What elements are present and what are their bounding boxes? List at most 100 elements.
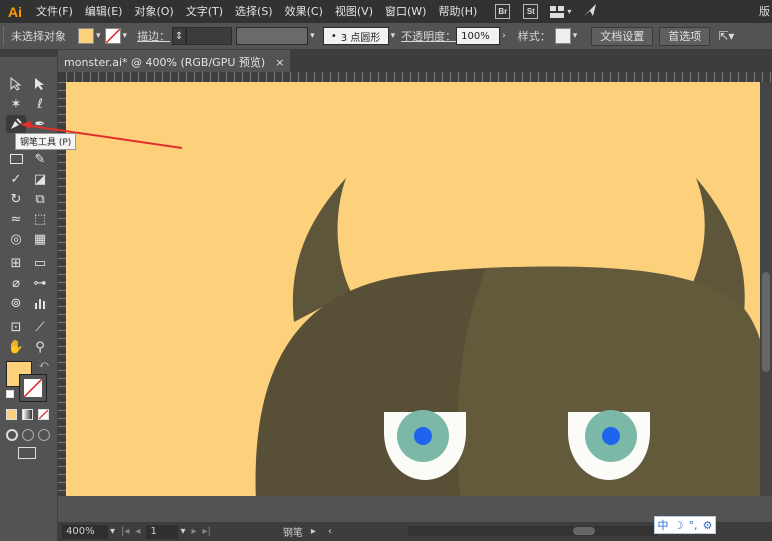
horizontal-scroll-thumb[interactable] (573, 527, 595, 535)
status-menu-icon[interactable]: ▸ (311, 526, 316, 537)
rectangle-tool-icon[interactable] (6, 150, 26, 168)
opacity-input[interactable]: 100% (456, 27, 501, 45)
bridge-button[interactable]: Br (495, 4, 511, 19)
ruler-origin[interactable] (58, 72, 66, 82)
stroke-swatch[interactable] (104, 28, 121, 44)
gear-icon[interactable]: ⚙ (703, 519, 713, 532)
gradient-mode-icon[interactable] (22, 409, 33, 420)
draw-inside-icon[interactable] (38, 429, 50, 441)
last-artboard-icon[interactable]: ▸| (203, 526, 211, 537)
menu-type[interactable]: 文字(T) (180, 0, 229, 23)
control-bar-grip (3, 27, 7, 45)
artboard-dropdown-icon[interactable]: ▾ (180, 526, 185, 537)
punctuation-icon[interactable]: °, (689, 519, 698, 532)
pen-tool-icon[interactable] (6, 115, 26, 133)
menu-window[interactable]: 窗口(W) (379, 0, 432, 23)
screen-mode-icon[interactable] (18, 447, 36, 459)
workspace-layout-icon[interactable]: ▾ (550, 5, 571, 18)
magic-wand-tool-icon[interactable]: ✶ (6, 95, 26, 113)
document-setup-button[interactable]: 文档设置 (591, 26, 654, 46)
zoom-value: 400% (66, 526, 95, 537)
preferences-button[interactable]: 首选项 (659, 26, 711, 46)
chevron-down-icon[interactable]: ▾ (96, 31, 101, 41)
stroke-weight-input[interactable] (186, 27, 233, 45)
brush-dot-icon: • (330, 30, 337, 42)
color-mode-icon[interactable] (6, 409, 17, 420)
zoom-dropdown-icon[interactable]: ▾ (110, 526, 115, 537)
stroke-color-box[interactable] (19, 374, 47, 402)
horizontal-scrollbar[interactable] (408, 526, 658, 536)
artboard-number-field[interactable]: 1 (146, 524, 179, 539)
ime-language-toggle[interactable]: 中 (658, 517, 669, 533)
fill-swatch[interactable] (78, 28, 94, 44)
moon-icon[interactable]: ☽ (674, 519, 684, 532)
blend-tool-icon[interactable]: ⊶ (30, 274, 50, 292)
chevron-down-icon[interactable]: ▾ (123, 31, 128, 41)
tools-panel: ✶ ℓ ✒ ✎ ✓ ◪ ↻ ⧉ ≈ ⬚ ◎ ▦ ⊞ ▭ ⌀ ⊶ ⊚ ⊡ ⟋ ✋ … (0, 57, 58, 541)
scroll-left-icon[interactable]: ‹ (328, 526, 332, 537)
direct-selection-tool-icon[interactable] (30, 75, 50, 93)
menu-edit[interactable]: 编辑(E) (79, 0, 129, 23)
gradient-tool-icon[interactable]: ▭ (30, 254, 50, 272)
draw-behind-icon[interactable] (22, 429, 34, 441)
menu-object[interactable]: 对象(O) (128, 0, 179, 23)
none-mode-icon[interactable] (38, 409, 49, 420)
close-icon[interactable]: × (275, 56, 284, 69)
eraser-tool-icon[interactable]: ◪ (30, 170, 50, 188)
swap-fill-stroke-icon[interactable]: ⤺ (39, 360, 49, 370)
default-fill-stroke-icon[interactable] (6, 390, 14, 398)
chevron-down-icon[interactable]: ▾ (310, 31, 315, 41)
slice-tool-icon[interactable]: ⟋ (30, 318, 50, 336)
mesh-tool-icon[interactable]: ⊞ (6, 254, 26, 272)
menu-help[interactable]: 帮助(H) (432, 0, 483, 23)
artboard-number: 1 (150, 526, 157, 537)
monster-artwork[interactable] (66, 82, 760, 496)
rotate-tool-icon[interactable]: ↻ (6, 190, 26, 208)
hand-tool-icon[interactable]: ✋ (6, 338, 26, 356)
brush-definition[interactable]: • 3 点圆形 (322, 27, 389, 45)
first-artboard-icon[interactable]: |◂ (121, 526, 129, 537)
document-tab[interactable]: monster.ai* @ 400% (RGB/GPU 预览) × (58, 50, 291, 72)
horizontal-ruler[interactable] (66, 72, 772, 82)
chevron-down-icon[interactable]: ▾ (573, 31, 578, 41)
arrange-documents-icon[interactable]: ⇱▾ (718, 29, 734, 43)
scale-tool-icon[interactable]: ⧉ (30, 190, 50, 208)
monster-right-pupil (602, 427, 620, 445)
control-bar: 未选择对象 ▾ ▾ 描边： ⇕ ▾ • 3 点圆形 ▾ 不透明度： 100% ›… (0, 23, 772, 50)
chevron-right-icon[interactable]: › (502, 31, 506, 41)
menu-effect[interactable]: 效果(C) (279, 0, 329, 23)
artboard-canvas[interactable] (66, 82, 760, 496)
menu-file[interactable]: 文件(F) (30, 0, 79, 23)
zoom-field[interactable]: 400% (62, 524, 108, 539)
column-graph-tool-icon[interactable] (30, 294, 50, 312)
vertical-scrollbar[interactable] (760, 82, 772, 496)
no-selection-label: 未选择对象 (11, 30, 66, 43)
brush-label: 3 点圆形 (340, 32, 381, 44)
free-transform-tool-icon[interactable]: ⬚ (30, 210, 50, 228)
previous-artboard-icon[interactable]: ◂ (135, 526, 140, 537)
ime-toolbar[interactable]: 中 ☽ °, ⚙ (654, 516, 716, 534)
draw-normal-icon[interactable] (6, 429, 18, 441)
variable-width-profile[interactable] (236, 27, 309, 45)
menu-view[interactable]: 视图(V) (329, 0, 379, 23)
vertical-scroll-thumb[interactable] (762, 272, 770, 372)
menu-select[interactable]: 选择(S) (229, 0, 279, 23)
next-artboard-icon[interactable]: ▸ (191, 526, 196, 537)
eyedropper-tool-icon[interactable]: ⌀ (6, 274, 26, 292)
stroke-weight-field[interactable]: ⇕ (172, 27, 187, 45)
chevron-down-icon[interactable]: ▾ (391, 31, 396, 41)
graphic-style-swatch[interactable] (554, 28, 571, 44)
selection-tool-icon[interactable] (6, 75, 26, 93)
shaper-tool-icon[interactable]: ✓ (6, 170, 26, 188)
symbol-sprayer-tool-icon[interactable]: ⊚ (6, 294, 26, 312)
perspective-grid-tool-icon[interactable]: ▦ (30, 230, 50, 248)
paintbrush-tool-icon[interactable]: ✎ (30, 150, 50, 168)
curvature-tool-icon[interactable]: ✒ (30, 115, 50, 133)
gpu-performance-icon[interactable] (583, 3, 597, 20)
lasso-tool-icon[interactable]: ℓ (30, 95, 50, 113)
width-tool-icon[interactable]: ≈ (6, 210, 26, 228)
stock-button[interactable]: St (523, 4, 539, 19)
artboard-tool-icon[interactable]: ⊡ (6, 318, 26, 336)
zoom-tool-icon[interactable]: ⚲ (30, 338, 50, 356)
shape-builder-tool-icon[interactable]: ◎ (6, 230, 26, 248)
